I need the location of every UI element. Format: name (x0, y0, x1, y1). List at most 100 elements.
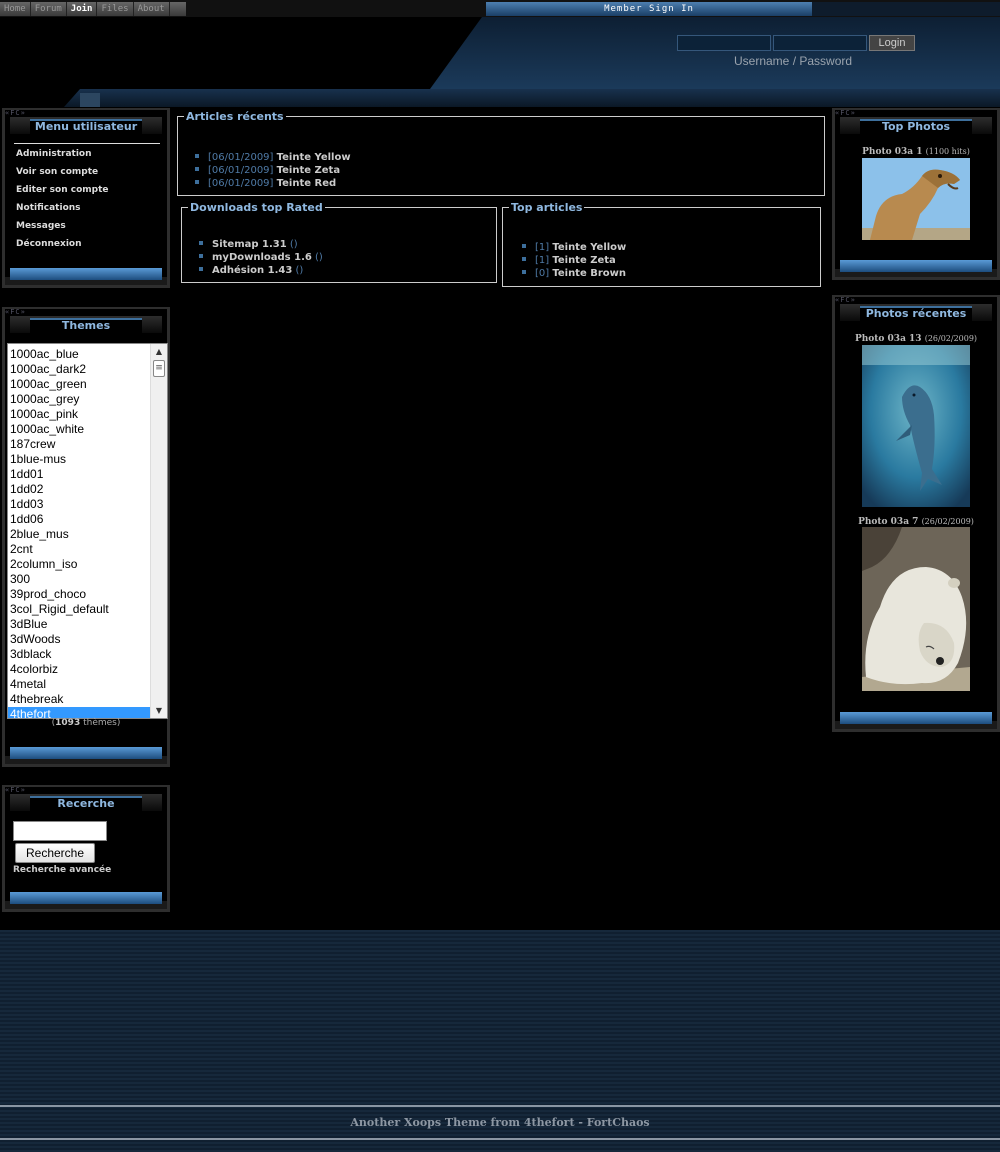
username-input[interactable] (677, 35, 771, 51)
block-titlebar: Photos récentes (840, 304, 992, 321)
dolphin-image (862, 345, 970, 507)
article-link[interactable]: Teinte Yellow (552, 242, 626, 253)
main-nav: Home Forum Join Files About (0, 2, 186, 16)
theme-option[interactable]: 187crew (8, 437, 150, 452)
theme-option[interactable]: 2cnt (8, 542, 150, 557)
dolphin-photo[interactable] (862, 345, 970, 507)
login-button[interactable]: Login (869, 35, 915, 51)
login-separator: / (789, 54, 800, 68)
theme-option[interactable]: 1000ac_pink (8, 407, 150, 422)
header-tab (80, 93, 100, 107)
download-link[interactable]: myDownloads 1.6 (212, 252, 312, 263)
theme-option[interactable]: 1000ac_dark2 (8, 362, 150, 377)
photo-name[interactable]: Photo 03a 13 (855, 334, 922, 344)
user-menu-list: Administration Voir son compte Editer so… (16, 148, 108, 256)
theme-option[interactable]: 4thebreak (8, 692, 150, 707)
article-link[interactable]: Teinte Zeta (277, 165, 340, 176)
list-item: Adhésion 1.43 () (199, 264, 323, 277)
nav-home[interactable]: Home (0, 2, 31, 16)
block-bottom-bar (10, 268, 162, 280)
theme-option[interactable]: 3dWoods (8, 632, 150, 647)
download-link[interactable]: Sitemap 1.31 (212, 239, 287, 250)
theme-option[interactable]: 1dd06 (8, 512, 150, 527)
article-link[interactable]: Teinte Zeta (552, 255, 615, 266)
article-date: [06/01/2009] (208, 152, 274, 163)
theme-option[interactable]: 1000ac_white (8, 422, 150, 437)
themes-count: (1093 thèmes) (2, 718, 170, 728)
password-label: Password (799, 54, 853, 68)
theme-option[interactable]: 1dd01 (8, 467, 150, 482)
block-bottom-bar (840, 260, 992, 272)
theme-option[interactable]: 1000ac_grey (8, 392, 150, 407)
theme-option[interactable]: 300 (8, 572, 150, 587)
menu-divider (14, 143, 160, 144)
header-blue-panel (430, 17, 1000, 89)
download-rating: () (289, 239, 298, 250)
article-link[interactable]: Teinte Brown (552, 268, 626, 279)
menu-item-administration[interactable]: Administration (16, 148, 108, 166)
footer-divider (0, 1105, 1000, 1107)
theme-option[interactable]: 3dblack (8, 647, 150, 662)
theme-option[interactable]: 1000ac_green (8, 377, 150, 392)
photo-name[interactable]: Photo 03a 1 (862, 147, 922, 157)
theme-option[interactable]: 2column_iso (8, 557, 150, 572)
scroll-up-arrow-icon[interactable]: ▲ (151, 344, 167, 359)
themes-block: «FC» Themes 1000ac_blue 1000ac_dark2 1000a… (2, 307, 170, 767)
username-label: Username (734, 54, 790, 68)
downloads-top-rated-block: Downloads top Rated Sitemap 1.31 () myDo… (181, 201, 497, 283)
nav-files[interactable]: Files (97, 2, 134, 16)
theme-option[interactable]: 1dd02 (8, 482, 150, 497)
photo-caption: Photo 03a 7 (26/02/2009) (832, 517, 1000, 527)
theme-option[interactable]: 1dd03 (8, 497, 150, 512)
photo-date: (26/02/2009) (921, 517, 974, 526)
photo-caption: Photo 03a 13 (26/02/2009) (832, 334, 1000, 344)
theme-option[interactable]: 3dBlue (8, 617, 150, 632)
block-tag: «FC» (5, 786, 26, 794)
download-link[interactable]: Adhésion 1.43 (212, 265, 292, 276)
listbox-scrollbar[interactable]: ▲ ≡ ▼ (150, 344, 167, 718)
top-articles-block: Top articles [1] Teinte Yellow [1] Teint… (502, 201, 821, 287)
theme-option[interactable]: 1000ac_blue (8, 347, 150, 362)
theme-option[interactable]: 2blue_mus (8, 527, 150, 542)
article-link[interactable]: Teinte Red (277, 178, 337, 189)
themes-listbox[interactable]: 1000ac_blue 1000ac_dark2 1000ac_green 1000a… (7, 343, 168, 719)
block-title: Articles récents (186, 110, 284, 123)
menu-item-messages[interactable]: Messages (16, 220, 108, 238)
bullet-icon (195, 167, 199, 171)
theme-option[interactable]: 4colorbiz (8, 662, 150, 677)
menu-item-logout[interactable]: Déconnexion (16, 238, 108, 256)
bullet-icon (522, 244, 526, 248)
theme-option[interactable]: 1blue-mus (8, 452, 150, 467)
block-title: Themes (30, 318, 142, 333)
polar-bear-photo[interactable] (862, 527, 970, 691)
theme-option[interactable]: 4metal (8, 677, 150, 692)
download-rating: () (315, 252, 323, 263)
top-navigation: Home Forum Join Files About Member Sign … (0, 0, 1000, 17)
nav-join[interactable]: Join (67, 2, 98, 16)
photo-name[interactable]: Photo 03a 7 (858, 517, 918, 527)
header-stripe (0, 89, 1000, 107)
camel-photo[interactable] (862, 158, 970, 240)
menu-item-notifications[interactable]: Notifications (16, 202, 108, 220)
nav-about[interactable]: About (134, 2, 170, 16)
search-button[interactable]: Recherche (15, 843, 95, 863)
nav-forum[interactable]: Forum (31, 2, 67, 16)
advanced-search-link[interactable]: Recherche avancée (13, 865, 111, 875)
theme-option[interactable]: 3col_Rigid_default (8, 602, 150, 617)
article-rank: [1] (535, 255, 550, 266)
list-item: [06/01/2009] Teinte Yellow (195, 151, 351, 164)
member-sign-in-bar: Member Sign In (486, 2, 812, 16)
menu-item-view-account[interactable]: Voir son compte (16, 166, 108, 184)
scroll-down-arrow-icon[interactable]: ▼ (151, 703, 167, 718)
search-input[interactable] (13, 821, 107, 841)
password-input[interactable] (773, 35, 867, 51)
photo-date: (26/02/2009) (924, 334, 978, 343)
article-link[interactable]: Teinte Yellow (277, 152, 351, 163)
list-item: [06/01/2009] Teinte Red (195, 177, 351, 190)
scroll-thumb[interactable]: ≡ (153, 360, 165, 377)
block-tag: «FC» (5, 308, 26, 316)
menu-item-edit-account[interactable]: Editer son compte (16, 184, 108, 202)
block-tag: «FC» (835, 296, 856, 304)
block-bottom-bar (10, 892, 162, 904)
theme-option[interactable]: 39prod_choco (8, 587, 150, 602)
